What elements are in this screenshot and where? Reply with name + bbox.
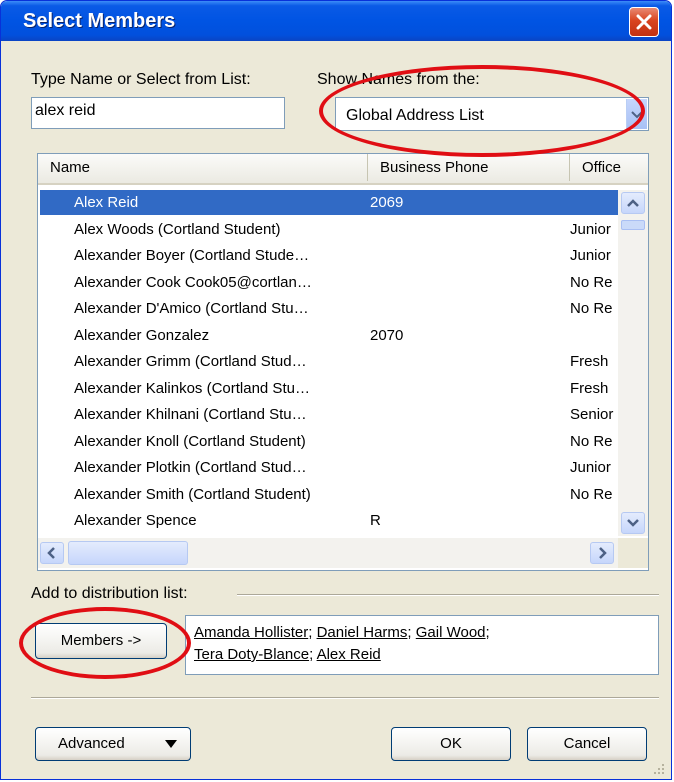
table-row[interactable]: Alexander Kalinkos (Cortland Stu… Fresh — [40, 376, 618, 401]
horizontal-scrollbar[interactable] — [38, 538, 618, 568]
list-header: Name Business Phone Office — [38, 154, 648, 185]
vertical-scrollbar[interactable] — [618, 190, 648, 536]
table-row[interactable]: Alexander D'Amico (Cortland Stu… No Re — [40, 296, 618, 321]
table-row[interactable]: Alexander Plotkin (Cortland Stud… Junior — [40, 455, 618, 480]
table-row[interactable]: Alexander Boyer (Cortland Stude… Junior — [40, 243, 618, 268]
row-name-cell: Alexander Plotkin (Cortland Stud… — [74, 459, 307, 476]
row-name-cell: Alex Woods (Cortland Student) — [74, 220, 281, 238]
member-entry[interactable]: Amanda Hollister — [194, 624, 308, 641]
table-row[interactable]: Alexander Gonzalez 2070 — [40, 323, 618, 348]
member-entry[interactable]: Gail Wood — [416, 624, 486, 641]
row-name-cell: Alex Reid — [74, 194, 139, 211]
close-button[interactable] — [629, 7, 659, 37]
row-office-cell: Junior — [570, 459, 611, 476]
member-entry[interactable]: Daniel Harms — [317, 624, 408, 641]
resize-grip-icon[interactable] — [653, 763, 665, 775]
table-row[interactable]: Alex Reid 2069 — [40, 190, 618, 215]
scrollbar-corner — [618, 538, 648, 568]
window-title: Select Members — [23, 10, 176, 32]
scroll-left-icon — [47, 547, 55, 559]
row-phone-cell: 2069 — [370, 194, 404, 211]
member-entry[interactable]: Tera Doty-Blance — [194, 646, 309, 663]
horizontal-scroll-thumb[interactable] — [68, 541, 188, 565]
distribution-label: Add to distribution list: — [31, 585, 188, 602]
advanced-button-label: Advanced — [58, 735, 125, 752]
scroll-up-button[interactable] — [621, 192, 645, 214]
row-office-cell: No Re — [570, 273, 613, 291]
annotation-circle-members-button — [19, 607, 191, 679]
row-name-cell: Alexander Grimm (Cortland Stud… — [74, 353, 307, 370]
row-name-cell: Alexander Boyer (Cortland Stude… — [74, 247, 310, 264]
row-office-cell: No Re — [570, 432, 613, 450]
row-office-cell: Fresh — [570, 379, 609, 397]
row-office-cell: Fresh — [570, 353, 609, 370]
annotation-circle-address-book — [319, 65, 645, 157]
scroll-down-icon — [627, 519, 639, 527]
ok-button[interactable]: OK — [391, 727, 511, 761]
table-row[interactable]: Alexander Khilnani (Cortland Stu… Senior — [40, 402, 618, 427]
row-office-cell: Junior — [570, 247, 611, 264]
column-name[interactable]: Name — [38, 154, 368, 181]
column-business-phone[interactable]: Business Phone — [368, 154, 570, 181]
row-name-cell: Alexander Kalinkos (Cortland Stu… — [74, 379, 310, 397]
row-name-cell: Alexander Cook Cook05@cortlan… — [74, 273, 312, 291]
table-row[interactable]: Alexander Grimm (Cortland Stud… Fresh — [40, 349, 618, 374]
search-input[interactable]: alex reid — [31, 97, 285, 129]
cancel-button[interactable]: Cancel — [527, 727, 647, 761]
row-name-cell: Alexander Gonzalez — [74, 326, 210, 344]
table-row[interactable]: Alexander Smith (Cortland Student) No Re — [40, 482, 618, 507]
row-name-cell: Alexander Spence — [74, 512, 197, 529]
row-name-cell: Alexander Khilnani (Cortland Stu… — [74, 406, 307, 423]
members-field[interactable]: Amanda Hollister; Daniel Harms; Gail Woo… — [185, 615, 659, 675]
search-label: Type Name or Select from List: — [31, 71, 251, 88]
distribution-separator — [237, 594, 659, 596]
column-office[interactable]: Office — [570, 154, 648, 181]
scroll-right-button[interactable] — [590, 542, 614, 564]
table-row[interactable]: Alexander Knoll (Cortland Student) No Re — [40, 429, 618, 454]
select-members-dialog: Select Members Type Name or Select from … — [0, 0, 672, 780]
row-office-cell: No Re — [570, 300, 613, 317]
table-row[interactable]: Alex Woods (Cortland Student) Junior — [40, 217, 618, 242]
row-name-cell: Alexander Knoll (Cortland Student) — [74, 432, 306, 450]
advanced-button[interactable]: Advanced — [35, 727, 191, 761]
row-office-cell: Senior — [570, 406, 614, 423]
row-office-cell: Junior — [570, 220, 611, 238]
dropdown-arrow-icon — [165, 740, 177, 748]
row-phone-cell: R — [370, 512, 381, 529]
names-list[interactable]: Name Business Phone Office Alex Reid 2069… — [37, 153, 649, 571]
row-phone-cell: 2070 — [370, 326, 404, 344]
table-row[interactable]: Alexander Cook Cook05@cortlan… No Re — [40, 270, 618, 295]
row-office-cell: No Re — [570, 485, 613, 503]
list-rows: Alex Reid 2069 Alex Woods (Cortland Studen… — [38, 190, 618, 538]
scroll-left-button[interactable] — [40, 542, 64, 564]
vertical-scroll-thumb[interactable] — [621, 220, 645, 230]
scroll-down-button[interactable] — [621, 512, 645, 534]
scroll-up-icon — [627, 199, 639, 207]
footer-separator — [31, 697, 659, 699]
row-name-cell: Alexander D'Amico (Cortland Stu… — [74, 300, 309, 317]
member-entry[interactable]: Alex Reid — [317, 646, 381, 663]
row-name-cell: Alexander Smith (Cortland Student) — [74, 485, 311, 503]
close-icon — [636, 14, 652, 30]
scroll-right-icon — [599, 547, 607, 559]
table-row[interactable]: Alexander Spence R — [40, 508, 618, 533]
title-bar[interactable]: Select Members — [1, 1, 671, 41]
